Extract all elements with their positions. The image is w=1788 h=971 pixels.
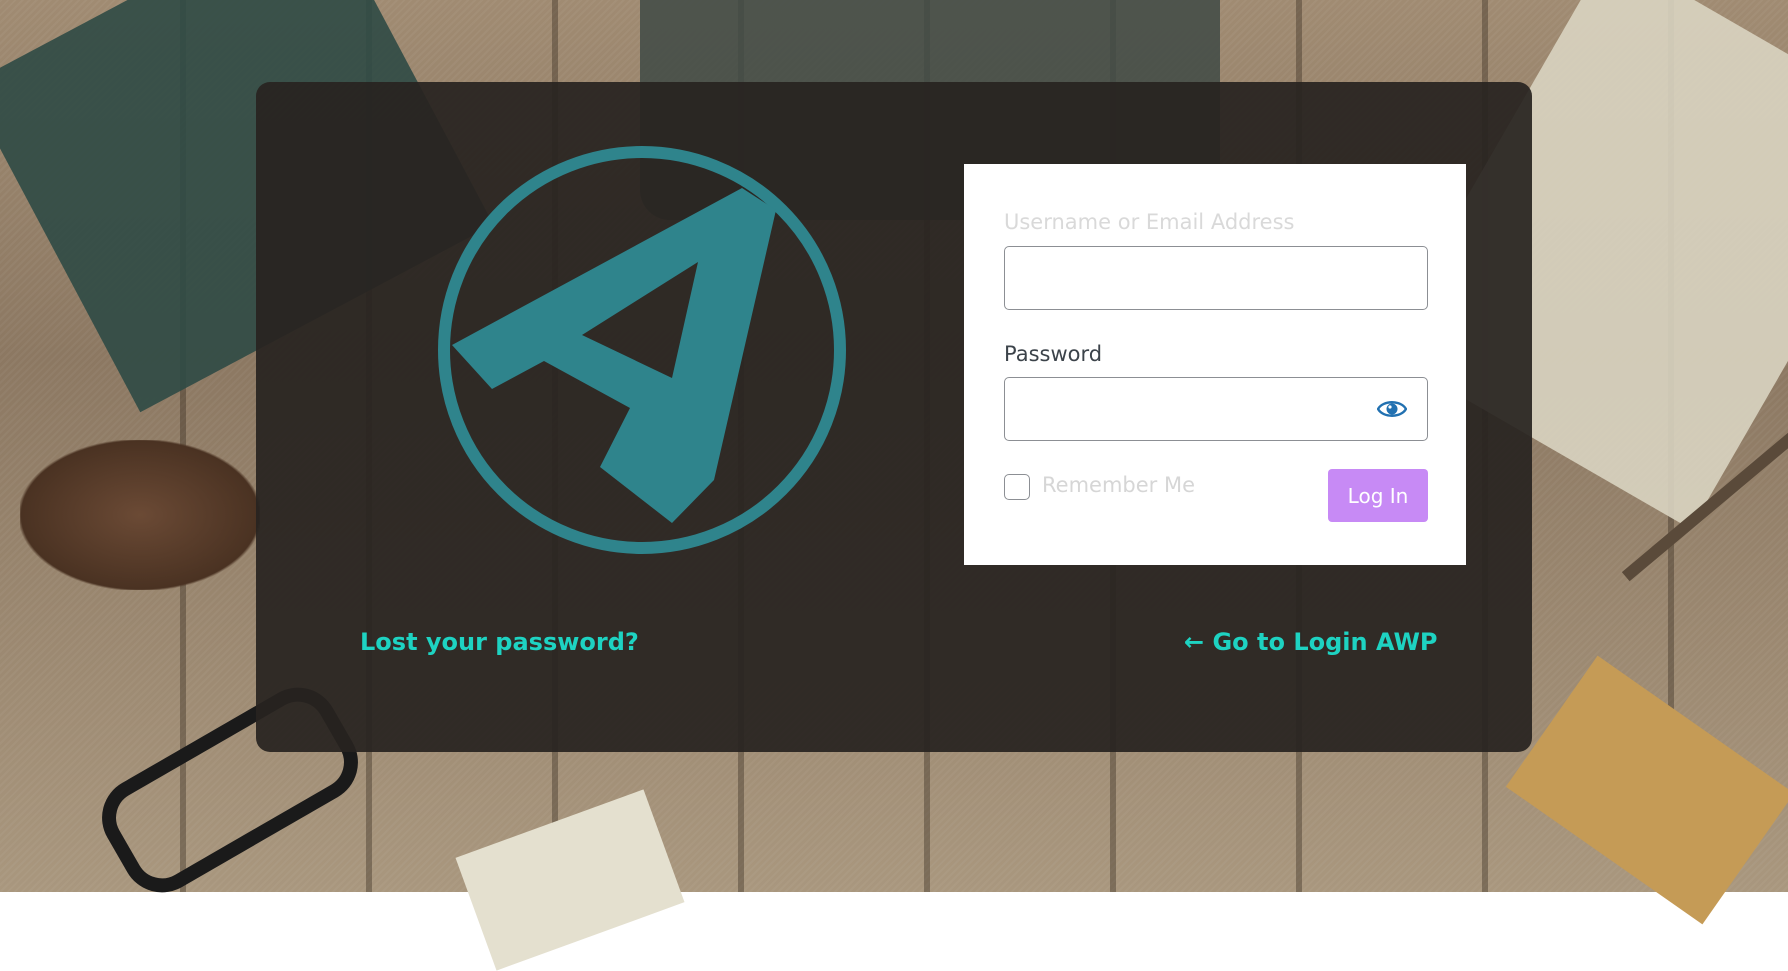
- password-input[interactable]: [1004, 377, 1428, 441]
- background-paper: [455, 789, 685, 971]
- eye-icon: [1377, 401, 1407, 417]
- letter-a-circle-logo-icon: [438, 146, 846, 554]
- login-form: Username or Email Address Password Remem…: [964, 164, 1466, 565]
- lost-password-link[interactable]: Lost your password?: [360, 628, 639, 656]
- back-to-site-link[interactable]: ← Go to Login AWP: [1184, 628, 1438, 656]
- site-logo[interactable]: [432, 140, 852, 560]
- remember-me-checkbox[interactable]: [1004, 474, 1030, 500]
- password-label: Password: [1004, 342, 1103, 366]
- background-pinecone: [20, 440, 260, 590]
- show-password-button[interactable]: [1374, 392, 1410, 426]
- username-label: Username or Email Address: [1004, 210, 1295, 234]
- background-slides-box: [1505, 655, 1788, 925]
- remember-me-label[interactable]: Remember Me: [1042, 473, 1195, 497]
- username-input[interactable]: [1004, 246, 1428, 310]
- login-button[interactable]: Log In: [1328, 469, 1428, 522]
